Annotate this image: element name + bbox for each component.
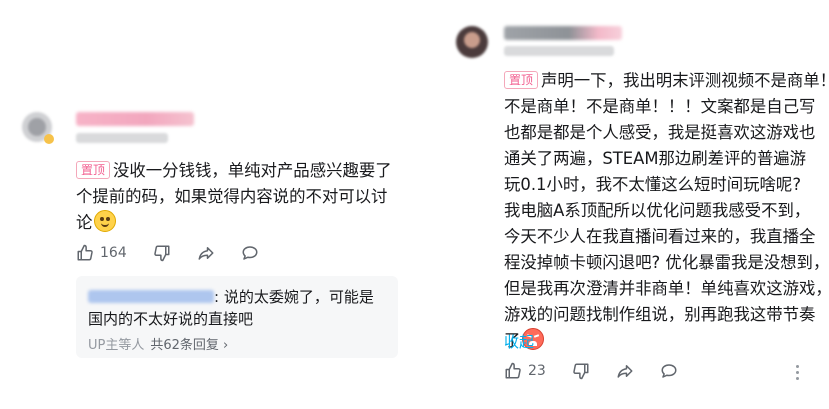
chevron-right-icon: › [223,338,229,353]
right-line-8: 程没掉帧卡顿闪退吧? 优化暴雷我是没想到， [504,253,829,272]
collapse-button[interactable]: 收起 [504,331,534,352]
right-pin-badge: 置顶 [504,71,539,89]
right-line-4: 通关了两遍，STEAM那边刷差评的普遍游 [504,149,806,168]
right-comment-text: 置顶 声明一下，我出明末评测视频不是商单！ 不是商单！不是商单！！！文案都是自己写… [504,68,829,354]
left-reply-button[interactable] [241,244,259,262]
thumbs-down-icon [573,363,589,380]
shy-emoji-icon [94,210,117,232]
right-line-3: 也都是都是个人感受，我是挺喜欢这游戏也 [504,123,816,142]
reply-author-name[interactable] [88,290,214,303]
comment-bubble-icon [242,246,258,260]
left-line-2: 个提前的码，如果觉得内容说的不对可以讨 [76,187,388,206]
reply-footer-prefix: UP主等人 [88,338,145,353]
right-line-5: 玩0.1小时，我不太懂这么短时间玩啥呢? [504,175,802,194]
left-share-button[interactable] [197,244,215,262]
right-line-7: 今天不少人在我直播间看过来的，我直播全 [504,227,816,246]
right-line-10: 游戏的问题找制作组说，别再跑我这带节奏 [504,305,816,324]
right-line-2: 不是商单！不是商单！！！文案都是自己写 [504,97,816,116]
reply-line-1: : 说的太委婉了，可能是 [88,285,374,309]
right-line-9: 但是我再次澄清并非商单！单纯喜欢这游戏， [504,279,829,298]
right-comment: 置顶 声明一下，我出明末评测视频不是商单！ 不是商单！不是商单！！！文案都是自己写… [410,0,829,409]
left-username[interactable] [76,112,194,126]
right-line-6: 我电脑A系顶配所以优化问题我感受不到， [504,201,811,220]
left-line-1: 没收一分钱钱，单纯对产品感兴趣要了 [113,161,392,180]
right-line-1: 声明一下，我出明末评测视频不是商单！ [541,71,829,90]
comment-bubble-icon [661,364,677,378]
right-reply-button[interactable] [660,362,678,380]
reply-line-2: 国内的不太好说的直接吧 [88,310,254,328]
left-action-bar: 164 [76,244,285,262]
view-replies-link[interactable]: 共62条回复 › [150,338,228,353]
reply-footer: UP主等人 共62条回复 › [88,334,228,353]
right-action-bar: 23 [504,362,704,380]
left-pin-badge: 置顶 [76,161,111,179]
view-replies-label: 共62条回复 [150,338,219,353]
right-timestamp [504,46,614,56]
left-reply-preview[interactable]: : 说的太委婉了，可能是 国内的不太好说的直接吧 UP主等人 共62条回复 › [76,276,398,358]
share-icon [617,365,633,378]
left-avatar-badge-icon [44,134,54,144]
right-username[interactable] [504,26,622,40]
right-like-count: 23 [528,363,546,379]
left-timestamp [76,133,168,143]
reply-text-1: : 说的太委婉了，可能是 [214,288,374,306]
share-icon [198,247,214,260]
thumbs-up-icon [505,362,521,379]
left-line-3: 论 [76,213,93,232]
right-share-button[interactable] [616,362,634,380]
left-dislike-button[interactable] [153,244,171,262]
more-options-icon[interactable] [796,364,800,380]
right-like-button[interactable]: 23 [504,362,546,380]
right-dislike-button[interactable] [572,362,590,380]
thumbs-down-icon [153,245,170,262]
left-like-count: 164 [100,245,127,261]
thumbs-up-icon [77,244,93,261]
left-comment: 置顶 没收一分钱钱，单纯对产品感兴趣要了 个提前的码，如果觉得内容说的不对可以讨 … [0,0,410,409]
left-like-button[interactable]: 164 [76,244,127,262]
right-avatar[interactable] [456,26,488,58]
left-comment-text: 置顶 没收一分钱钱，单纯对产品感兴趣要了 个提前的码，如果觉得内容说的不对可以讨 … [76,158,392,236]
